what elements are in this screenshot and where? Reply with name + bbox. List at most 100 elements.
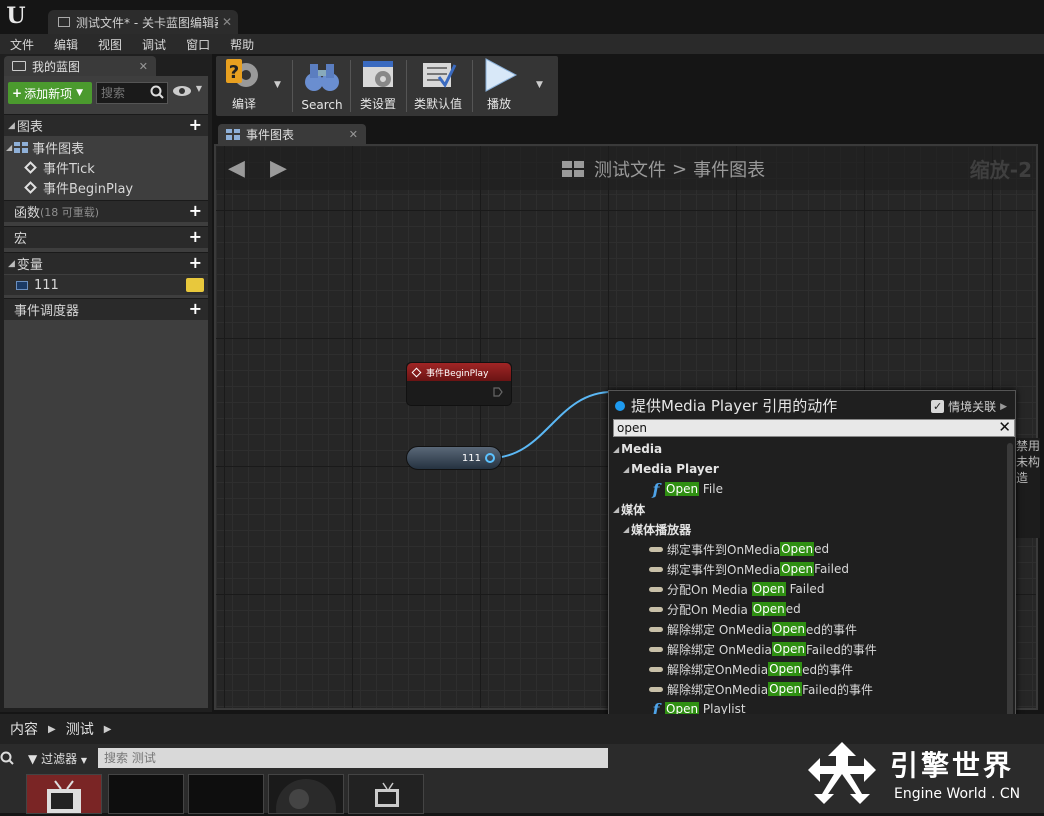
- action-item[interactable]: 解除绑定OnMedia Open Failed的事件: [611, 679, 1007, 699]
- menu-file[interactable]: 文件: [10, 36, 34, 53]
- event-tick-label: 事件Tick: [43, 161, 95, 177]
- section-variables-label: 变量: [16, 258, 43, 273]
- node-variable-111[interactable]: 111: [406, 446, 502, 470]
- details-unconstructed-label: 未构造: [1016, 455, 1041, 485]
- section-graphs[interactable]: ◢ 图表 +: [4, 114, 208, 136]
- add-new-button[interactable]: + 添加新项 ▼: [8, 82, 92, 104]
- section-functions-label: 函数: [14, 206, 41, 221]
- collapse-triangle-icon: ◢: [8, 258, 15, 269]
- view-options-button[interactable]: ▼: [172, 84, 204, 102]
- search-match-highlight: Open: [751, 582, 786, 596]
- action-search-input[interactable]: open ✕: [613, 419, 1015, 437]
- search-match-highlight: Open: [768, 662, 803, 676]
- chevron-right-icon: ▶: [1000, 401, 1007, 412]
- exec-pin-icon[interactable]: [493, 387, 503, 397]
- asset-thumbnail-media-texture[interactable]: [348, 774, 424, 814]
- output-pin-icon[interactable]: [485, 453, 495, 463]
- action-item[interactable]: 绑定事件到OnMedia Open Failed: [611, 559, 1007, 579]
- add-function-icon[interactable]: +: [189, 203, 202, 219]
- close-icon[interactable]: ✕: [222, 15, 232, 29]
- tv-icon: [375, 782, 399, 807]
- action-item[interactable]: 解除绑定 OnMedia Open ed的事件: [611, 619, 1007, 639]
- action-item[interactable]: 解除绑定 OnMedia Open Failed的事件: [611, 639, 1007, 659]
- action-item[interactable]: 分配On Media Open ed: [611, 599, 1007, 619]
- asset-thumbnail[interactable]: [108, 774, 184, 814]
- my-blueprint-panel: 我的蓝图 ✕ + 添加新项 ▼ 搜索 ▼ ◢ 图表 + ◢ 事件图表 事件Tic: [0, 54, 212, 712]
- close-icon[interactable]: ✕: [139, 60, 148, 73]
- add-macro-icon[interactable]: +: [189, 229, 202, 245]
- action-category[interactable]: ◢ Media Player: [611, 459, 1007, 479]
- document-tab[interactable]: 测试文件* - 关卡蓝图编辑器 ✕: [48, 10, 238, 34]
- tree-item-event-beginplay[interactable]: 事件BeginPlay: [4, 177, 208, 197]
- checkbox-checked-icon[interactable]: ✓: [931, 400, 945, 413]
- blueprint-search-input[interactable]: 搜索: [96, 82, 168, 104]
- action-label: Failed: [814, 562, 849, 576]
- section-event-dispatchers[interactable]: 事件调度器 +: [4, 298, 208, 320]
- my-blueprint-tab[interactable]: 我的蓝图 ✕: [4, 56, 156, 76]
- asset-thumbnail-media-player[interactable]: [26, 774, 102, 814]
- object-reference-icon: [16, 280, 28, 290]
- action-category[interactable]: ◢ 媒体: [611, 499, 1007, 519]
- clear-search-icon[interactable]: ✕: [998, 419, 1011, 435]
- event-binding-icon: [649, 566, 663, 572]
- content-search-placeholder: 搜索 测试: [104, 751, 156, 765]
- action-label: 绑定事件到OnMedia: [667, 562, 781, 577]
- action-item[interactable]: 解除绑定OnMedia Open ed的事件: [611, 659, 1007, 679]
- section-macros[interactable]: 宏 +: [4, 226, 208, 248]
- event-graph-tab[interactable]: 事件图表 ✕: [218, 124, 366, 144]
- play-label: 播放: [486, 97, 511, 111]
- class-defaults-icon: [423, 63, 457, 88]
- menu-window[interactable]: 窗口: [186, 36, 210, 53]
- play-button[interactable]: 播放: [476, 56, 522, 116]
- section-functions[interactable]: 函数 (18 可重载) +: [4, 200, 208, 222]
- add-graph-icon[interactable]: +: [189, 117, 202, 133]
- menu-edit[interactable]: 编辑: [54, 36, 78, 53]
- toolbar-separator: [350, 60, 351, 112]
- my-blueprint-body: + 添加新项 ▼ 搜索 ▼ ◢ 图表 + ◢ 事件图表 事件Tick 事件Beg…: [4, 76, 208, 708]
- action-label: 媒体播放器: [631, 522, 692, 537]
- close-icon[interactable]: ✕: [349, 128, 358, 141]
- graph-icon: [14, 141, 29, 153]
- search-button[interactable]: Search: [296, 56, 348, 116]
- context-sensitive-toggle[interactable]: ✓ 情境关联 ▶: [931, 398, 1007, 415]
- asset-thumbnail[interactable]: [188, 774, 264, 814]
- tree-item-event-graph[interactable]: ◢ 事件图表: [4, 137, 208, 157]
- content-search-input[interactable]: 搜索 测试: [98, 748, 608, 768]
- section-variables[interactable]: ◢ 变量 +: [4, 252, 208, 274]
- class-defaults-button[interactable]: 类默认值: [410, 56, 466, 116]
- tree-item-event-tick[interactable]: 事件Tick: [4, 157, 208, 177]
- search-match-highlight: Open: [771, 622, 806, 636]
- menu-help[interactable]: 帮助: [230, 36, 254, 53]
- play-options-chevron-icon[interactable]: ▼: [536, 80, 543, 90]
- action-label: ed的事件: [802, 662, 854, 677]
- action-item[interactable]: 分配On Media Open Failed: [611, 579, 1007, 599]
- action-category[interactable]: ◢ 媒体播放器: [611, 519, 1007, 539]
- action-item[interactable]: f Open File: [611, 479, 1007, 499]
- collapse-triangle-icon: ◢: [8, 120, 15, 131]
- compile-button[interactable]: ? 编译: [220, 56, 268, 116]
- compile-options-chevron-icon[interactable]: ▼: [274, 80, 281, 90]
- action-label: ed: [785, 602, 801, 616]
- pin-type-dot-icon: [615, 400, 625, 411]
- add-variable-icon[interactable]: +: [189, 255, 202, 271]
- compile-label: 编译: [231, 97, 256, 111]
- visibility-eye-icon[interactable]: [186, 278, 204, 292]
- variable-item-111[interactable]: 111: [4, 275, 208, 295]
- action-item[interactable]: 绑定事件到OnMedia Open ed: [611, 539, 1007, 559]
- add-dispatcher-icon[interactable]: +: [189, 301, 202, 317]
- collapse-triangle-icon: ◢: [613, 504, 620, 514]
- unreal-logo-icon[interactable]: U: [4, 3, 28, 29]
- action-category[interactable]: ◢ Media: [611, 439, 1007, 459]
- filter-button[interactable]: ▼ 过滤器 ▼: [28, 750, 87, 767]
- path-folder[interactable]: 测试: [66, 719, 94, 739]
- asset-thumbnail-material[interactable]: [268, 774, 344, 816]
- node-event-beginplay[interactable]: 事件BeginPlay: [406, 362, 512, 406]
- menu-view[interactable]: 视图: [98, 36, 122, 53]
- path-root[interactable]: 内容: [10, 719, 38, 739]
- engine-world-logo-icon: [808, 742, 876, 804]
- class-settings-button[interactable]: 类设置: [354, 56, 402, 116]
- tv-icon: [47, 780, 81, 813]
- menu-debug[interactable]: 调试: [142, 36, 166, 53]
- action-label: Media Player: [631, 462, 719, 476]
- class-settings-label: 类设置: [359, 97, 396, 111]
